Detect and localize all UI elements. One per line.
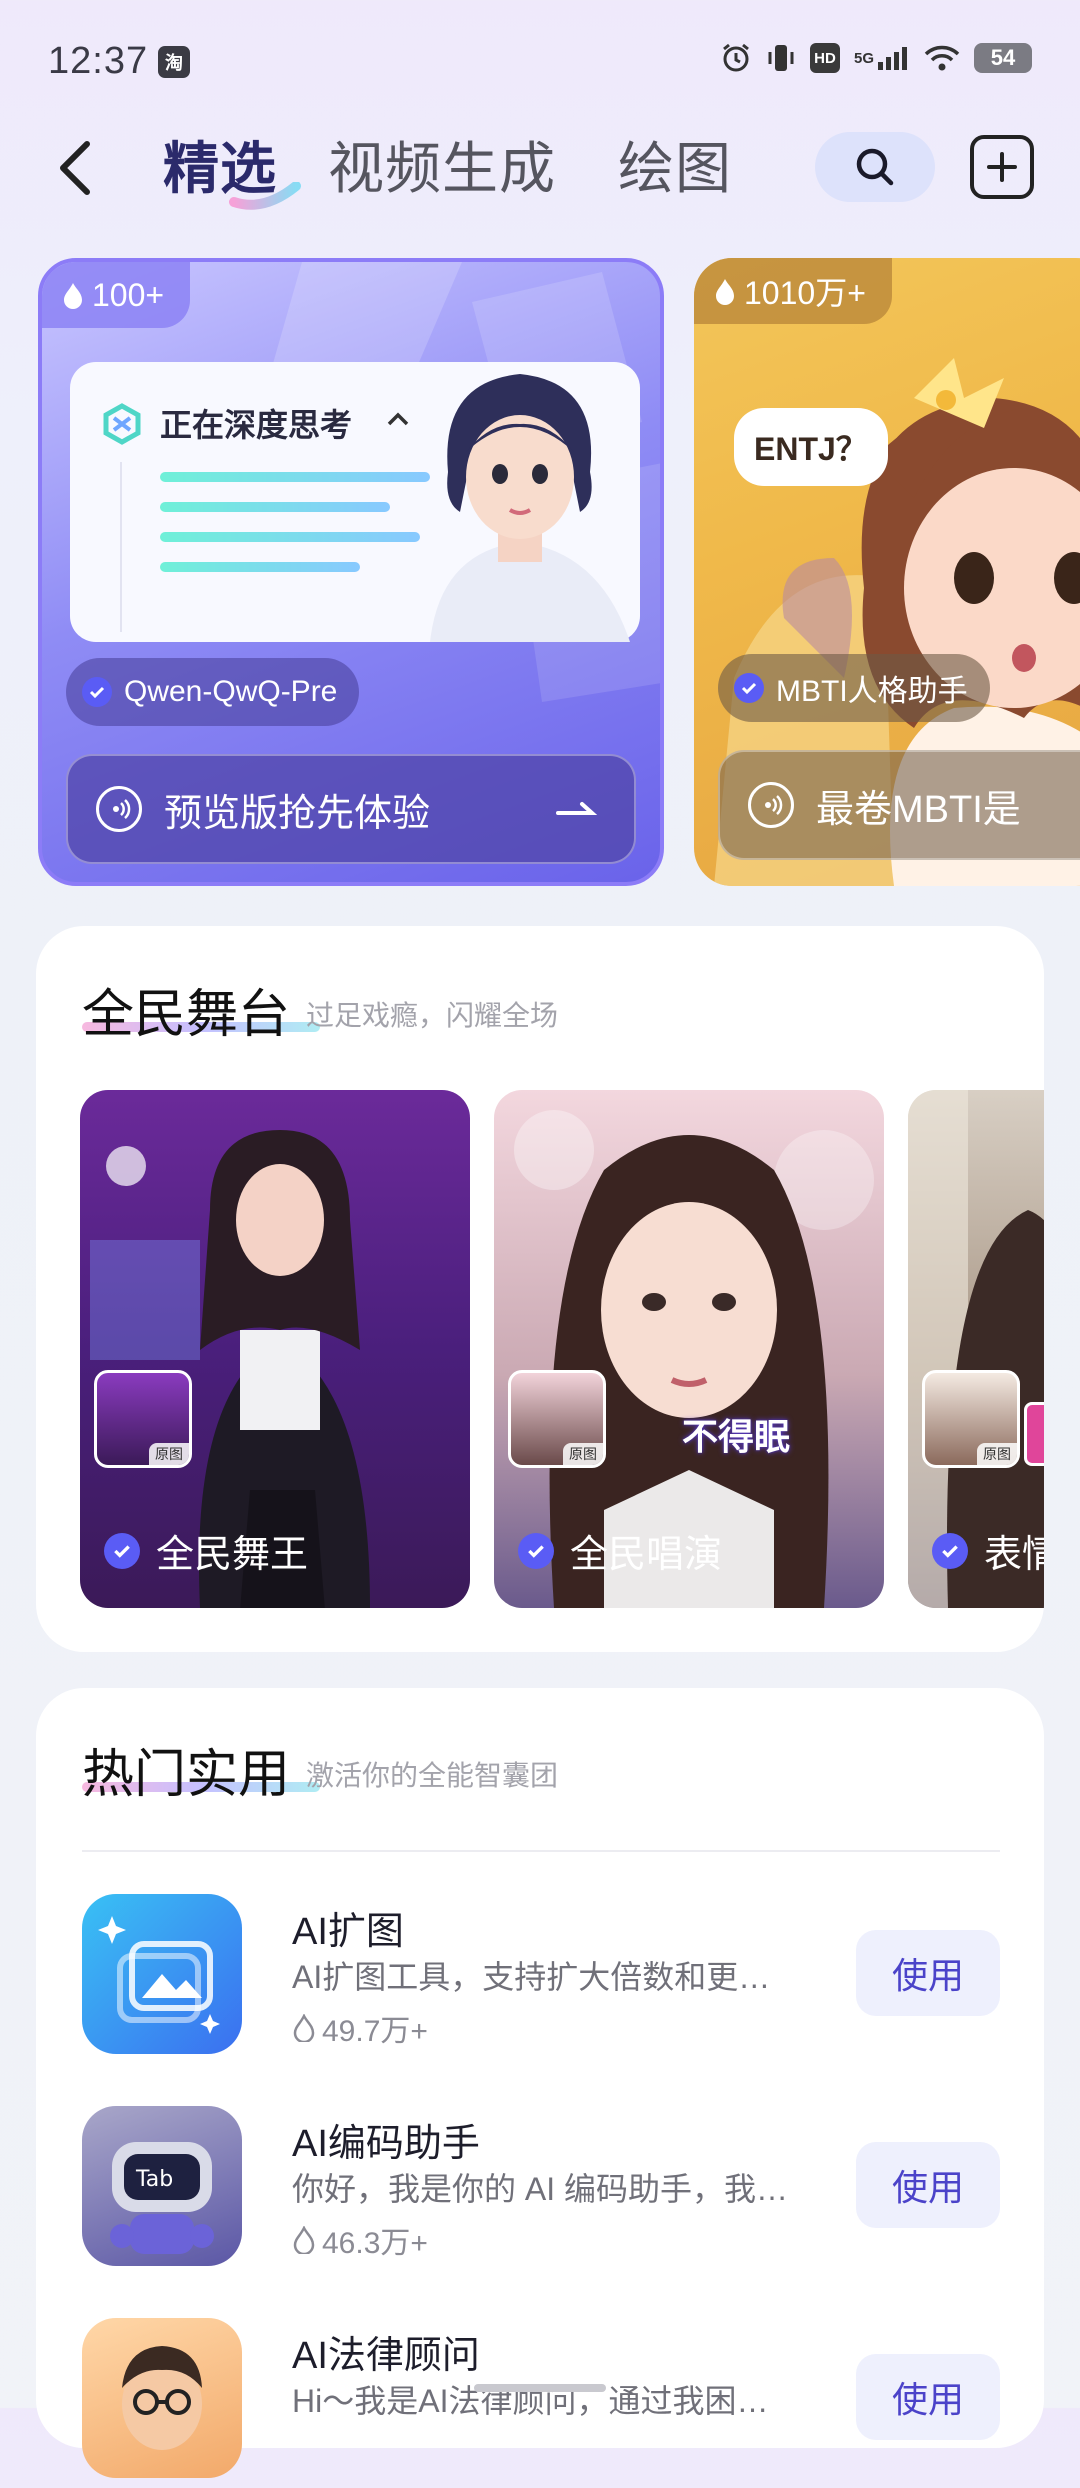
flame-icon xyxy=(293,2014,315,2042)
vibrate-icon xyxy=(766,42,796,74)
speech-bubble: ENTJ？ xyxy=(734,408,888,486)
section-divider xyxy=(82,1850,1000,1852)
lawyer-avatar-icon xyxy=(82,2318,242,2478)
search-button[interactable] xyxy=(815,132,935,202)
heat-badge: 1010万+ xyxy=(694,258,892,324)
hot-section: 热门实用 激活你的全能智囊团 AI扩图 AI扩图工具，支持扩大倍数和更… 49.… xyxy=(36,1688,1044,2478)
arrow-right-icon xyxy=(556,802,598,815)
section-subtitle: 激活你的全能智囊团 xyxy=(306,1760,559,1791)
stage-card-sing[interactable]: 不得眠 原图 全民唱演 xyxy=(494,1090,884,1608)
banner-card-qwen[interactable]: 正在深度思考 Qwen-QwQ-Pre 预览版抢先体验 100+ xyxy=(38,258,664,886)
stage-carousel[interactable]: 原图 全民舞王 不得眠 原图 全民唱演 原图 表情 xyxy=(36,926,1044,1652)
verified-icon xyxy=(932,1532,968,1569)
list-item-ai-legal[interactable]: AI法律顾问 Hi～我是AI法律顾问，通过我困… 使用 xyxy=(82,2318,1000,2488)
usage-count: 49.7万+ xyxy=(292,2006,428,2050)
status-time: 12:37 xyxy=(48,40,149,82)
stage-card-expression[interactable]: 原图 表情 xyxy=(908,1090,1044,1608)
svg-text:Tab: Tab xyxy=(135,2167,173,2192)
signal-icon: 5G xyxy=(854,44,910,72)
stage-card-label: 表情 xyxy=(932,1523,1044,1578)
active-tab-indicator xyxy=(229,182,301,210)
status-icons: HD 5G 54 xyxy=(720,42,1032,74)
battery-icon: 54 xyxy=(974,43,1032,73)
list-item-ai-expand[interactable]: AI扩图 AI扩图工具，支持扩大倍数和更… 49.7万+ 使用 xyxy=(82,1894,1000,2064)
verified-icon xyxy=(734,673,764,703)
model-tag: Qwen-QwQ-Pre xyxy=(66,658,360,726)
voice-wave-icon xyxy=(748,782,794,828)
thinking-line xyxy=(160,562,360,572)
thinking-line xyxy=(160,532,420,542)
thinking-card: 正在深度思考 xyxy=(70,362,640,642)
plus-icon xyxy=(987,152,1017,182)
image-expand-icon xyxy=(82,1894,242,2054)
verified-icon xyxy=(518,1532,554,1569)
stage-card-dance[interactable]: 原图 全民舞王 xyxy=(80,1090,470,1608)
back-button[interactable] xyxy=(40,128,110,208)
flame-icon xyxy=(293,2226,315,2254)
app-description: AI扩图工具，支持扩大倍数和更… xyxy=(292,1959,771,1995)
back-arrow-icon xyxy=(60,141,90,195)
tab-drawing[interactable]: 绘图 xyxy=(618,124,732,205)
list-item-ai-coding[interactable]: Tab AI编码助手 你好，我是你的 AI 编码助手，我… 46.3万+ 使用 xyxy=(82,2106,1000,2276)
alarm-icon xyxy=(720,42,752,74)
app-name: AI法律顾问 xyxy=(292,2335,480,2377)
app-name: AI扩图 xyxy=(292,1911,404,1953)
verified-icon xyxy=(82,677,112,707)
cta-label: 最卷MBTI是 xyxy=(816,788,1021,831)
tab-video-generation[interactable]: 视频生成 xyxy=(328,124,556,205)
cta-label: 预览版抢先体验 xyxy=(164,792,431,835)
original-image-thumbnail: 原图 xyxy=(508,1370,606,1468)
search-icon xyxy=(856,148,894,186)
sticker-badge xyxy=(1024,1402,1044,1466)
original-image-thumbnail: 原图 xyxy=(922,1370,1020,1468)
qwen-logo-icon xyxy=(103,403,141,445)
stage-section: 全民舞台 过足戏瘾，闪耀全场 原图 全民舞王 不得眠 原图 全民唱演 原图 表情 xyxy=(36,926,1044,1652)
usage-count: 46.3万+ xyxy=(292,2218,428,2262)
thinking-guide-line xyxy=(120,462,122,632)
stage-card-label: 全民唱演 xyxy=(518,1523,722,1578)
verified-icon xyxy=(104,1532,140,1569)
banner-cta-button[interactable]: 最卷MBTI是 xyxy=(718,750,1080,860)
lyric-caption: 不得眠 xyxy=(682,1416,791,1457)
original-image-thumbnail: 原图 xyxy=(94,1370,192,1468)
hd-icon: HD xyxy=(809,43,840,73)
model-tag-label: MBTI人格助手 xyxy=(776,675,968,708)
voice-wave-icon xyxy=(96,786,142,832)
robot-icon: Tab xyxy=(82,2106,242,2266)
app-name: AI编码助手 xyxy=(292,2123,480,2165)
app-description: Hi～我是AI法律顾问，通过我困… xyxy=(292,2383,769,2419)
thinking-line xyxy=(160,472,430,482)
model-tag-label: Qwen-QwQ-Pre xyxy=(124,675,338,708)
banner-cta-button[interactable]: 预览版抢先体验 xyxy=(66,754,636,864)
use-button[interactable]: 使用 xyxy=(856,2354,1000,2440)
flame-icon xyxy=(64,283,82,309)
taobao-notification-icon: 淘 xyxy=(158,46,190,78)
thinking-line xyxy=(160,502,390,512)
thinking-title: 正在深度思考 xyxy=(160,407,353,443)
gesture-bar[interactable] xyxy=(474,2384,606,2392)
model-tag: MBTI人格助手 xyxy=(718,654,990,722)
banner-card-mbti[interactable]: ENTJ？ MBTI人格助手 最卷MBTI是 1010万+ xyxy=(694,258,1080,886)
heat-badge: 100+ xyxy=(42,262,191,328)
use-button[interactable]: 使用 xyxy=(856,2142,1000,2228)
app-description: 你好，我是你的 AI 编码助手，我… xyxy=(292,2171,789,2207)
wifi-icon xyxy=(924,44,960,72)
add-button[interactable] xyxy=(970,135,1034,199)
section-title: 热门实用 xyxy=(82,1746,291,1804)
flame-icon xyxy=(716,279,734,305)
use-button[interactable]: 使用 xyxy=(856,1930,1000,2016)
stage-card-label: 全民舞王 xyxy=(104,1523,308,1578)
ai-character-illustration xyxy=(430,374,630,642)
